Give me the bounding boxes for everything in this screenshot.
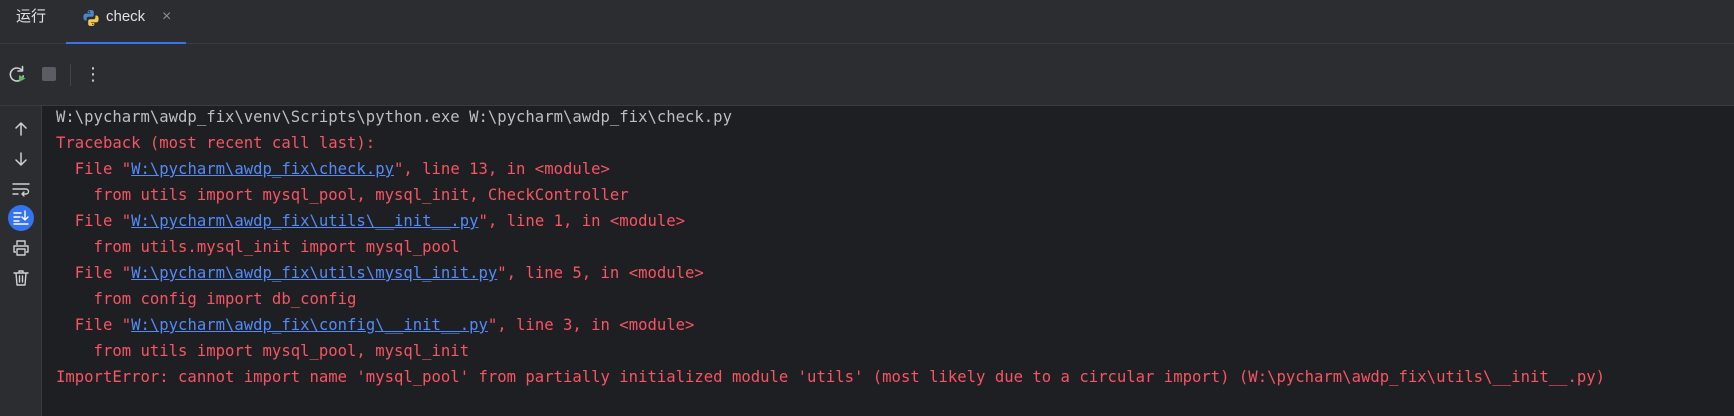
traceback-frame: File "W:\pycharm\awdp_fix\utils\mysql_in… [56,262,704,284]
traceback-frame: File "W:\pycharm\awdp_fix\config\__init_… [56,314,695,336]
python-icon [83,10,99,26]
file-link[interactable]: W:\pycharm\awdp_fix\utils\mysql_init.py [131,264,497,282]
frame-suffix: ", line 3, in <module> [487,316,695,334]
frame-prefix: File " [56,316,132,334]
traceback-frame: File "W:\pycharm\awdp_fix\check.py", lin… [56,158,610,180]
frame-prefix: File " [56,160,132,178]
soft-wrap-icon[interactable] [8,176,34,202]
frame-prefix: File " [56,264,132,282]
frame-code: from utils import mysql_pool, mysql_init… [56,186,629,204]
close-icon[interactable]: × [162,0,171,34]
traceback-header: Traceback (most recent call last): [56,134,376,152]
toolbar-separator [70,64,71,86]
console-output[interactable]: W:\pycharm\awdp_fix\venv\Scripts\python.… [56,106,1734,416]
run-tool-window-title: 运行 [16,8,47,25]
frame-suffix: ", line 13, in <module> [393,160,610,178]
arrow-down-icon[interactable] [8,146,34,172]
command-line: W:\pycharm\awdp_fix\venv\Scripts\python.… [56,108,732,126]
run-toolbar: ⋮ [0,44,1734,106]
tab-title: check [106,8,146,25]
more-options-icon[interactable]: ⋮ [84,63,102,85]
traceback-frame: File "W:\pycharm\awdp_fix\utils\__init__… [56,210,685,232]
frame-prefix: File " [56,212,132,230]
trash-icon[interactable] [8,265,34,291]
import-error-message: ImportError: cannot import name 'mysql_p… [56,368,1606,386]
file-link[interactable]: W:\pycharm\awdp_fix\check.py [131,160,394,178]
frame-code: from utils import mysql_pool, mysql_init [56,342,470,360]
stop-icon[interactable] [38,63,60,85]
frame-suffix: ", line 1, in <module> [478,212,686,230]
scroll-to-end-icon[interactable] [8,205,34,231]
frame-code: from utils.mysql_init import mysql_pool [56,238,460,256]
frame-code: from config import db_config [56,290,357,308]
file-link[interactable]: W:\pycharm\awdp_fix\utils\__init__.py [131,212,478,230]
file-link[interactable]: W:\pycharm\awdp_fix\config\__init__.py [131,316,488,334]
frame-suffix: ", line 5, in <module> [497,264,704,282]
console-side-toolbar [0,106,42,416]
arrow-up-icon[interactable] [8,116,34,142]
tool-window-tabbar: 运行 check × [0,0,1734,44]
print-icon[interactable] [8,235,34,261]
tab-check[interactable]: check × [66,0,186,44]
rerun-icon[interactable] [6,63,28,85]
